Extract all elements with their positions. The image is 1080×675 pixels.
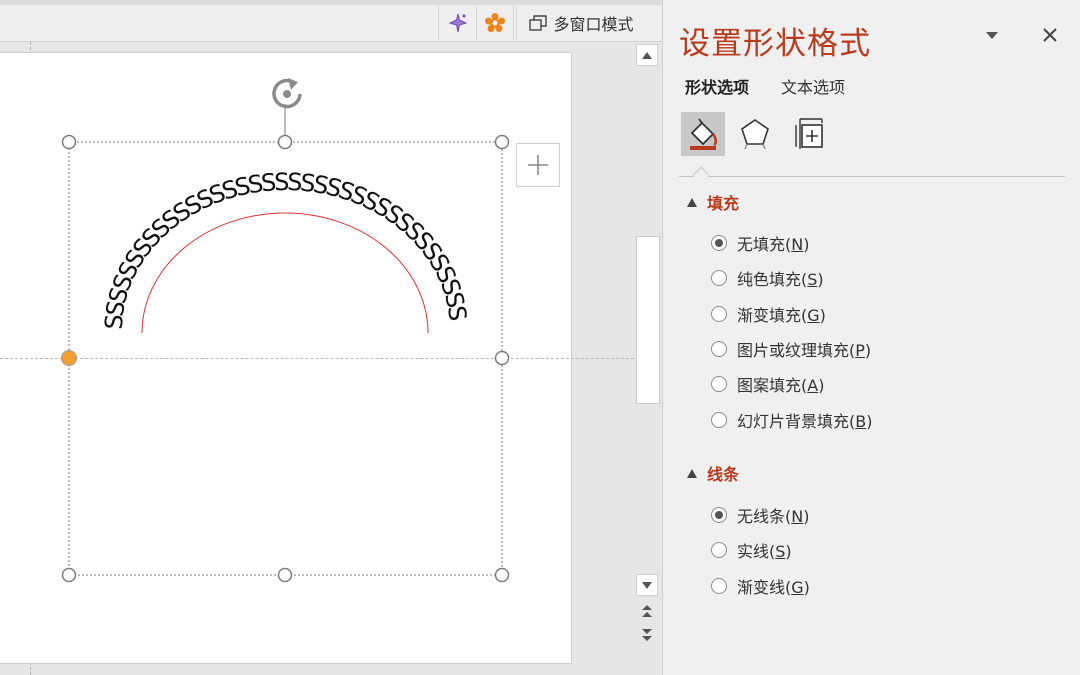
fill-option-label: 纯色填充(S) (737, 270, 824, 290)
fill-option-label: 无填充(N) (737, 235, 810, 254)
radio-button[interactable] (711, 305, 727, 322)
radio-button[interactable] (711, 235, 727, 251)
fill-option-label: 渐变填充(G) (737, 305, 826, 325)
resize-handle-bottom[interactable] (277, 567, 293, 583)
scroll-down-button[interactable] (636, 574, 658, 596)
radio-button[interactable] (711, 507, 727, 523)
chevron-down-icon (986, 31, 998, 39)
line-option-0[interactable]: 无线条(N) (711, 504, 809, 526)
radio-button[interactable] (711, 340, 727, 357)
line-option-label: 实线(S) (737, 542, 792, 562)
wordart-arc-text[interactable]: SSSSSSSSSSSSSSSSSSSSSSSSSSSSSSSSSSSSS (100, 168, 472, 331)
scroll-up-button[interactable] (636, 44, 658, 66)
fill-option-label: 图案填充(A) (737, 376, 825, 396)
radio-button[interactable] (711, 542, 727, 559)
double-chevron-down-icon (642, 629, 652, 641)
double-chevron-up-icon (642, 605, 652, 617)
resize-handle-top[interactable] (277, 134, 293, 150)
triangle-down-icon (642, 581, 652, 589)
triangle-up-icon (642, 51, 652, 59)
resize-handle-top-left[interactable] (61, 134, 77, 150)
collapse-triangle-icon (687, 197, 697, 207)
line-option-label: 无线条(N) (737, 507, 810, 526)
fill-option-5[interactable]: 幻灯片背景填充(B) (711, 409, 872, 431)
fill-option-2[interactable]: 渐变填充(G) (711, 303, 826, 325)
selection-frame (68, 141, 503, 576)
selected-wordart-shape[interactable]: SSSSSSSSSSSSSSSSSSSSSSSSSSSSSSSSSSSSS (0, 0, 634, 675)
pane-divider-notch (692, 166, 710, 184)
line-option-label: 渐变线(G) (737, 577, 810, 597)
fill-option-1[interactable]: 纯色填充(S) (711, 267, 824, 289)
arc-path-guide (141, 212, 429, 334)
fill-option-4[interactable]: 图案填充(A) (711, 373, 824, 395)
resize-handle-top-right[interactable] (494, 134, 510, 150)
plus-icon (528, 155, 548, 175)
radio-button[interactable] (711, 376, 727, 393)
resize-handle-bottom-left[interactable] (61, 567, 77, 583)
vertical-scrollbar[interactable] (634, 42, 662, 675)
radio-button[interactable] (711, 411, 727, 428)
category-effects[interactable] (733, 112, 777, 156)
layout-options-button[interactable] (516, 143, 560, 187)
format-shape-pane: 设置形状格式 形状选项 文本选项 填充 无填充(N) 纯色填充(S) 渐变填充(… (662, 0, 1080, 675)
size-properties-icon (795, 118, 823, 149)
line-option-1[interactable]: 实线(S) (711, 539, 792, 561)
category-fill-line[interactable] (681, 112, 725, 156)
line-option-2[interactable]: 渐变线(G) (711, 575, 810, 597)
scroll-thumb[interactable] (636, 236, 660, 404)
section-fill-label: 填充 (707, 194, 740, 213)
fill-option-label: 图片或纹理填充(P) (737, 340, 872, 360)
radio-button[interactable] (711, 270, 727, 287)
section-fill-header[interactable]: 填充 (687, 190, 739, 214)
pane-options-dropdown[interactable] (981, 24, 1003, 46)
fill-line-icon (690, 118, 718, 150)
pane-close-button[interactable] (1037, 22, 1063, 48)
pane-title: 设置形状格式 (679, 26, 871, 62)
fill-option-label: 幻灯片背景填充(B) (737, 411, 873, 431)
previous-slide-button[interactable] (638, 602, 656, 620)
resize-handle-right[interactable] (494, 350, 510, 366)
effects-pentagon-icon (741, 119, 769, 150)
close-icon (1043, 28, 1057, 42)
tab-text-options[interactable]: 文本选项 (781, 74, 845, 98)
radio-button[interactable] (711, 577, 727, 594)
pane-divider (679, 176, 1065, 177)
next-slide-button[interactable] (638, 626, 656, 644)
tab-shape-options[interactable]: 形状选项 (685, 74, 749, 98)
fill-option-0[interactable]: 无填充(N) (711, 232, 809, 254)
collapse-triangle-icon (687, 468, 697, 478)
resize-handle-bottom-right[interactable] (494, 567, 510, 583)
category-size-properties[interactable] (787, 112, 831, 156)
section-line-label: 线条 (707, 465, 740, 484)
rotate-handle-icon[interactable] (272, 78, 302, 109)
slide-editing-area: 多窗口模式 SSSSSSSSSSSSSSSSSSSSSSSSSSSSSSSSSS… (0, 0, 662, 675)
fill-option-3[interactable]: 图片或纹理填充(P) (711, 338, 871, 360)
adjust-handle-yellow[interactable] (61, 350, 77, 366)
section-line-header[interactable]: 线条 (687, 461, 739, 485)
